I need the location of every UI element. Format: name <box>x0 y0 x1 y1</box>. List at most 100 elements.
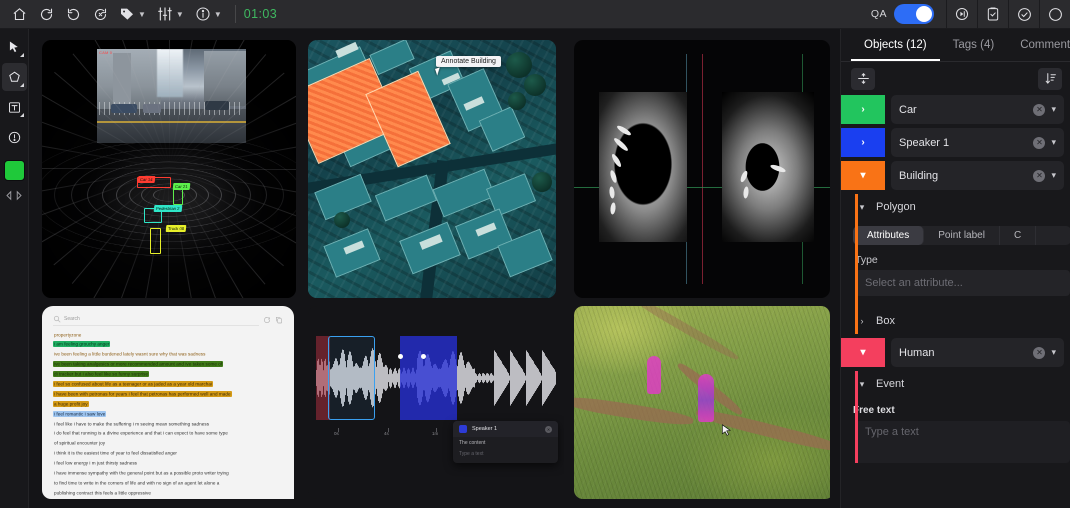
satellite-image[interactable]: Annotate Building <box>308 40 556 298</box>
object-pill[interactable]: Building ✕ ▾ <box>891 161 1064 190</box>
speaker-text-input[interactable]: Type a text <box>453 449 558 463</box>
document-copy-icon[interactable] <box>275 316 283 324</box>
document-refresh-icon[interactable] <box>263 316 271 324</box>
object-color-swatch[interactable]: ▾ <box>841 161 885 190</box>
close-icon[interactable]: ✕ <box>545 425 552 433</box>
info-button[interactable] <box>190 1 216 27</box>
document-line[interactable]: i think it is the easiest time of year t… <box>53 450 283 458</box>
audio-panel[interactable]: 0s 4s 1m 2m Speaker 1 <box>308 306 573 499</box>
clipboard-check-button[interactable] <box>978 0 1008 29</box>
tag-menu[interactable]: ▼ <box>114 1 151 27</box>
type-select-input[interactable]: Select an attribute... <box>855 270 1070 296</box>
camera-inset-view[interactable]: CAM 0 <box>97 49 246 143</box>
speaker-annotation-popup[interactable]: Speaker 1 ✕ The content Type a text <box>453 421 558 463</box>
tab-comments[interactable]: Comments <box>1007 29 1070 61</box>
qa-toggle-group[interactable]: QA <box>871 4 934 24</box>
medical-panel[interactable] <box>574 40 834 300</box>
chevron-down-icon[interactable]: ▾ <box>1051 137 1056 148</box>
satellite-panel[interactable]: Annotate Building <box>308 40 573 300</box>
adjustments-menu[interactable]: ▼ <box>152 1 189 27</box>
object-pill[interactable]: Speaker 1 ✕ ▾ <box>891 128 1064 157</box>
tag-button[interactable] <box>114 1 140 27</box>
document-line[interactable]: i have been with petronas for years i fe… <box>53 390 283 398</box>
attr-tab-attributes[interactable]: Attributes <box>853 226 925 245</box>
child-row-event[interactable]: ▾ Event <box>841 371 1070 397</box>
approve-button[interactable] <box>1009 0 1039 29</box>
text-tool[interactable] <box>2 93 27 121</box>
audio-segment-selected[interactable] <box>328 336 375 420</box>
chevron-down-icon[interactable]: ▾ <box>1051 170 1056 181</box>
polygon-tool[interactable] <box>1 63 27 91</box>
text-document[interactable]: Search propertyzone i am feeling grouchy … <box>42 306 294 499</box>
nav-right-icon[interactable] <box>15 190 24 201</box>
object-row-speaker-1[interactable]: › Speaker 1 ✕ ▾ <box>841 128 1070 157</box>
document-line[interactable]: propertyzone <box>53 331 283 339</box>
nav-left-icon[interactable] <box>4 190 13 201</box>
chevron-down-icon[interactable]: ▾ <box>1051 347 1056 358</box>
document-line[interactable]: i am feeling grouchy anger <box>53 341 283 349</box>
document-line[interactable]: i have immense sympathy with the general… <box>53 469 283 477</box>
select-tool[interactable] <box>2 33 27 61</box>
info-menu[interactable]: ▼ <box>190 1 227 27</box>
chevron-down-icon[interactable]: ▾ <box>857 202 867 213</box>
document-line[interactable]: i feel so confused about life as a teena… <box>53 380 283 388</box>
object-color-swatch[interactable]: ▾ <box>841 338 885 367</box>
document-line[interactable]: of spiritual encounter joy <box>53 440 283 448</box>
redo-button[interactable] <box>60 1 86 27</box>
drone-video[interactable] <box>574 306 830 499</box>
lidar-panel[interactable]: CAM 0 Car 14 Car 21 Pedestrian 2 Truck 0… <box>42 40 307 300</box>
adjustments-button[interactable] <box>152 1 178 27</box>
object-pill[interactable]: Car ✕ ▾ <box>891 95 1064 124</box>
delete-object-icon[interactable]: ✕ <box>1033 346 1046 359</box>
delete-object-icon[interactable]: ✕ <box>1033 103 1046 116</box>
child-row-box[interactable]: › Box <box>841 308 1070 334</box>
document-line[interactable]: publishing contract this feels a little … <box>53 489 283 497</box>
delete-object-icon[interactable]: ✕ <box>1033 169 1046 182</box>
frame-nav-group[interactable] <box>4 190 24 201</box>
reset-history-button[interactable] <box>87 1 113 27</box>
attr-tab-point-label[interactable]: Point label <box>924 226 1000 245</box>
document-search-bar[interactable]: Search <box>53 313 283 326</box>
chevron-down-icon[interactable]: ▾ <box>857 379 867 390</box>
drone-panel[interactable] <box>574 306 834 499</box>
chevron-right-icon[interactable]: › <box>857 316 867 326</box>
document-search-field[interactable]: Search <box>53 313 259 326</box>
home-button[interactable] <box>6 1 32 27</box>
tab-objects[interactable]: Objects (12) <box>851 29 940 61</box>
person-segmentation-mask[interactable] <box>698 374 714 422</box>
delete-object-icon[interactable]: ✕ <box>1033 136 1046 149</box>
submit-button[interactable] <box>1040 0 1070 29</box>
chevron-down-icon[interactable]: ▾ <box>1051 104 1056 115</box>
lidar-point-cloud[interactable]: CAM 0 Car 14 Car 21 Pedestrian 2 Truck 0… <box>42 40 296 298</box>
person-segmentation-mask[interactable] <box>647 356 661 394</box>
document-line[interactable]: ive been feeling a little burdened latel… <box>53 351 283 359</box>
document-panel[interactable]: Search propertyzone i am feeling grouchy … <box>42 306 307 499</box>
document-line[interactable]: i feel like i have to make the suffering… <box>53 420 283 428</box>
segment-handle[interactable] <box>421 354 426 359</box>
object-color-swatch[interactable]: › <box>841 95 885 124</box>
object-color-swatch[interactable]: › <box>841 128 885 157</box>
document-line[interactable]: to find time to write in the corners of … <box>53 479 283 487</box>
undo-button[interactable] <box>33 1 59 27</box>
document-line[interactable]: i do feel that running is a divine exper… <box>53 430 283 438</box>
document-line[interactable]: a huge profit joy <box>53 400 283 408</box>
document-line[interactable]: i feel low energy i m just thirsty sadne… <box>53 460 283 468</box>
audio-segment[interactable] <box>400 336 457 420</box>
qa-toggle[interactable] <box>894 4 934 24</box>
child-row-polygon[interactable]: ▾ Polygon <box>841 194 1070 220</box>
object-row-human[interactable]: ▾ Human ✕ ▾ <box>841 338 1070 367</box>
document-line[interactable]: di tracker but i also feel like so funny… <box>53 371 283 379</box>
active-color-swatch[interactable] <box>3 160 25 181</box>
object-row-car[interactable]: › Car ✕ ▾ <box>841 95 1070 124</box>
segment-handle[interactable] <box>398 354 403 359</box>
document-line[interactable]: ive been taking analgesics or more recom… <box>53 361 283 369</box>
tab-tags[interactable]: Tags (4) <box>940 29 1008 61</box>
issue-tool[interactable] <box>2 123 27 151</box>
collapse-all-button[interactable] <box>851 67 875 90</box>
free-text-input[interactable]: Type a text <box>855 421 1070 463</box>
skip-to-end-button[interactable] <box>947 0 977 29</box>
object-pill[interactable]: Human ✕ ▾ <box>891 338 1064 367</box>
medical-scan-image[interactable] <box>574 40 830 298</box>
sort-button[interactable] <box>1038 67 1062 90</box>
object-row-building[interactable]: ▾ Building ✕ ▾ <box>841 161 1070 190</box>
